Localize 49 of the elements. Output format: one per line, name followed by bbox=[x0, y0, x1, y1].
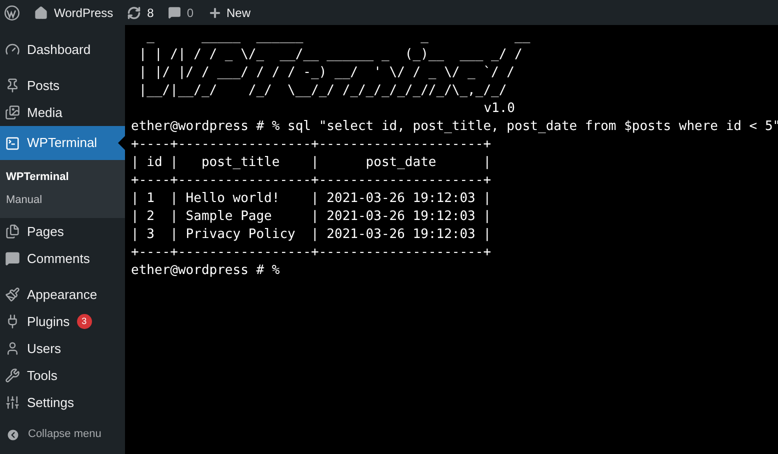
terminal-line: | 3 | Privacy Policy | 2021-03-26 19:12:03 | bbox=[131, 226, 492, 244]
terminal-icon bbox=[5, 136, 20, 150]
submenu-item[interactable]: WPTerminal bbox=[0, 166, 125, 189]
sidebar-item[interactable]: Users bbox=[0, 335, 125, 362]
banner-line: | | /| / / _ \/_ __/__ ______ _ (_)__ ___ _/ / bbox=[138, 46, 522, 64]
terminal-line: +----+-----------------+---------------------+ bbox=[131, 136, 492, 154]
gauge-icon bbox=[5, 42, 20, 57]
terminal-line: ether@wordpress # % bbox=[131, 262, 280, 280]
pages-icon bbox=[5, 224, 20, 239]
terminal-line: | id | post_title | post_date | bbox=[131, 154, 492, 172]
home-icon bbox=[34, 6, 48, 20]
images-icon bbox=[5, 105, 20, 120]
sidebar-item[interactable]: Comments bbox=[0, 245, 125, 272]
plug-icon bbox=[5, 314, 20, 329]
sidebar-item[interactable]: WPTerminal bbox=[0, 126, 125, 160]
sliders-icon bbox=[5, 395, 20, 410]
updates-link[interactable]: 8 bbox=[127, 4, 154, 22]
sidebar-item[interactable]: Posts bbox=[0, 72, 125, 99]
sidebar-item[interactable]: Settings bbox=[0, 389, 125, 416]
terminal-line: | 2 | Sample Page | 2021-03-26 19:12:03 | bbox=[131, 208, 492, 226]
speech-bubble-icon bbox=[168, 6, 181, 19]
submenu-item[interactable]: Manual bbox=[0, 189, 125, 212]
terminal-line: +----+-----------------+---------------------+ bbox=[131, 172, 492, 190]
collapse-menu-button[interactable]: Collapse menu bbox=[0, 421, 125, 448]
site-link[interactable]: WordPress bbox=[34, 4, 114, 22]
banner-line: _ _____ ______ _ __ bbox=[146, 28, 530, 46]
sidebar-item[interactable]: Pages bbox=[0, 218, 125, 245]
wordpress-logo-icon[interactable] bbox=[4, 4, 20, 20]
collapse-icon bbox=[6, 428, 20, 442]
speech-bubble-icon bbox=[5, 251, 20, 266]
sidebar-item[interactable]: Appearance bbox=[0, 281, 125, 308]
terminal-line: | 1 | Hello world! | 2021-03-26 19:12:03 | bbox=[131, 190, 492, 208]
terminal-line: +----+-----------------+---------------------+ bbox=[131, 244, 492, 262]
user-icon bbox=[5, 341, 20, 356]
version-label: v1.0 bbox=[484, 100, 515, 118]
paintbrush-icon bbox=[5, 287, 20, 302]
banner-line: | |/ |/ / ___/ / / / -_) __/ ' \/ / _ \/ _ `/ / bbox=[138, 64, 516, 82]
count-badge: 3 bbox=[76, 314, 92, 329]
new-link[interactable]: New bbox=[208, 4, 251, 22]
refresh-icon bbox=[127, 6, 142, 20]
pin-icon bbox=[5, 78, 20, 93]
wrench-icon bbox=[5, 368, 20, 383]
sidebar-item[interactable]: Media bbox=[0, 99, 125, 126]
sidebar-item[interactable]: Plugins 3 bbox=[0, 308, 125, 335]
sidebar-item[interactable]: Dashboard bbox=[0, 36, 125, 63]
plus-icon bbox=[208, 6, 222, 20]
banner-line: |__/|__/_/ /_/ \__/_/ /_/_/_/_/_//_/\_,_/_/ bbox=[138, 82, 508, 100]
comments-link[interactable]: 0 bbox=[168, 4, 194, 22]
sidebar-item[interactable]: Tools bbox=[0, 362, 125, 389]
